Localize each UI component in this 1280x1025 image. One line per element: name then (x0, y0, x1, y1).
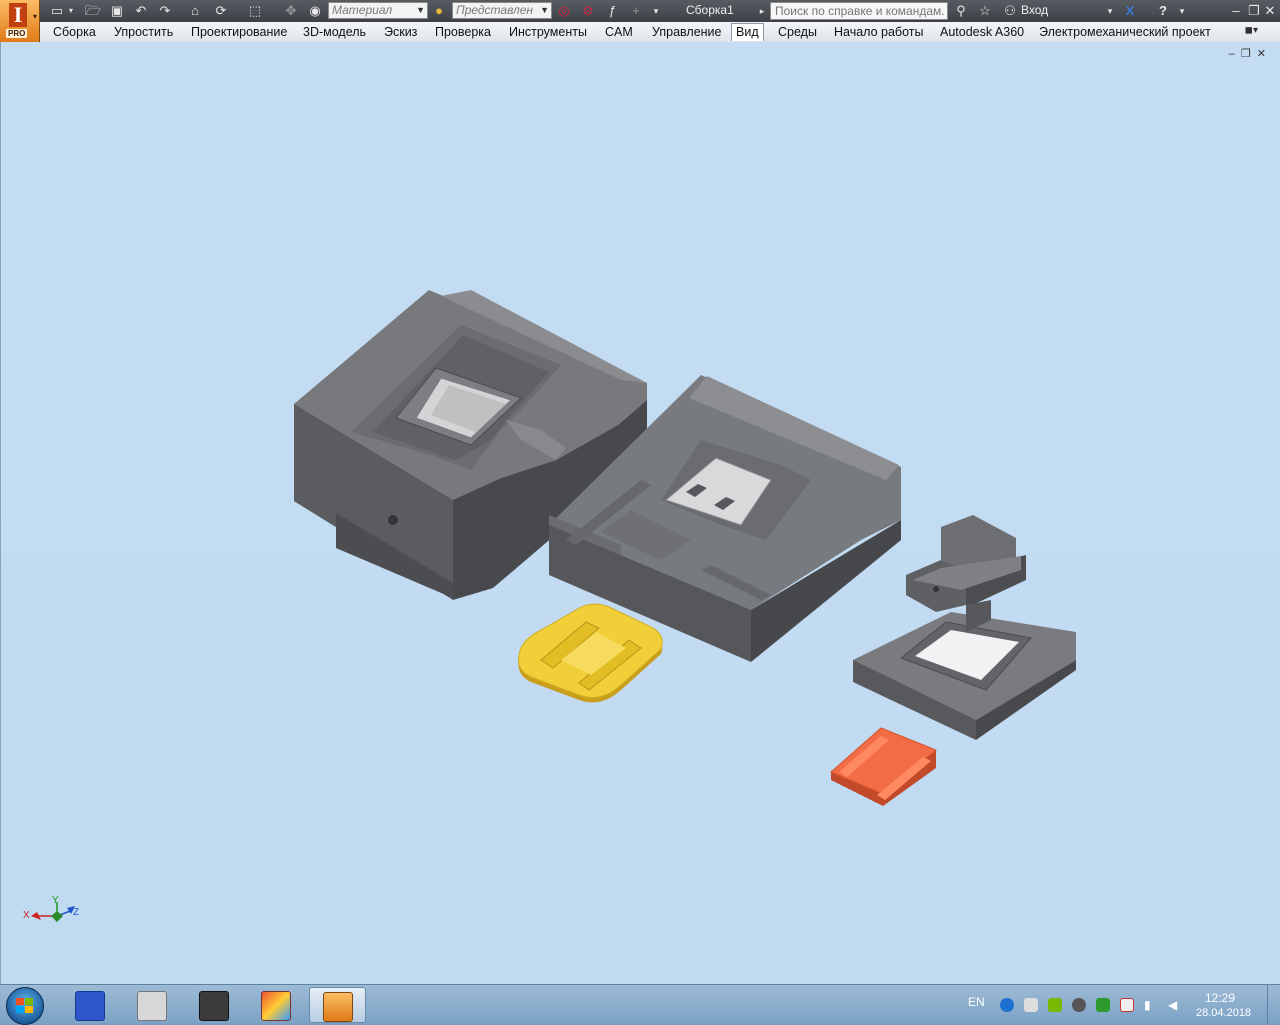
action-center-icon[interactable] (1120, 998, 1134, 1012)
open-icon[interactable]: 🗁 (84, 2, 102, 20)
taskbar-printer-app[interactable] (186, 987, 240, 1023)
ribbon-tab-bar: Сборка Упростить Проектирование 3D-модел… (40, 22, 1280, 43)
app-tray-icon[interactable] (1024, 998, 1038, 1012)
display-tray-icon[interactable] (1072, 998, 1086, 1012)
clear-icon[interactable]: ⊘ (578, 2, 598, 20)
new-icon[interactable]: ▭ (48, 2, 66, 20)
redo-icon[interactable]: ↷ (156, 2, 174, 20)
ribbon-options-icon[interactable]: ◼▾ (1245, 25, 1258, 36)
axis-x-label: X (23, 910, 30, 921)
tab-assemble[interactable]: Сборка (49, 24, 100, 41)
chevron-down-icon: ▾ (32, 12, 37, 21)
tab-design[interactable]: Проектирование (187, 24, 291, 41)
tab-view[interactable]: Вид (731, 23, 764, 41)
chevron-right-icon[interactable]: ▸ (757, 2, 767, 20)
assembly-scene: X Y Z (23, 290, 1076, 922)
tab-electromechanical[interactable]: Электромеханический проект (1035, 24, 1215, 41)
clock-date[interactable]: 28.04.2018 (1196, 1007, 1251, 1019)
undo-icon[interactable]: ↶ (132, 2, 150, 20)
taskbar-inventor[interactable] (309, 987, 366, 1023)
plus-icon[interactable]: + (626, 2, 646, 20)
appearance-combo[interactable]: Представлен ▼ (452, 2, 552, 19)
chevron-down-icon[interactable]: ▾ (1176, 2, 1188, 20)
measure-icon[interactable]: ✥ (280, 2, 302, 20)
tab-inspect[interactable]: Проверка (431, 24, 495, 41)
security-icon[interactable] (1096, 998, 1110, 1012)
view-axis-triad[interactable]: X Y Z (23, 895, 79, 922)
tab-tools[interactable]: Инструменты (505, 24, 591, 41)
part-yellow[interactable] (518, 603, 663, 703)
restore-icon[interactable]: ❐ (1246, 2, 1262, 20)
chevron-down-icon[interactable]: ▾ (1104, 2, 1116, 20)
adjust-icon[interactable]: ◎ (554, 2, 574, 20)
appearance-combo-text: Представлен (456, 3, 533, 17)
customize-icon[interactable]: ▾ (650, 2, 662, 20)
tab-3d-model[interactable]: 3D-модель (299, 24, 370, 41)
taskbar-save-app[interactable] (62, 987, 116, 1023)
material-combo-text: Материал (332, 3, 393, 17)
part-orange[interactable] (830, 727, 937, 806)
document-title: Сборка1 (686, 3, 734, 17)
tab-cam[interactable]: CAM (601, 24, 637, 41)
inventor-icon (323, 992, 353, 1022)
taskbar-paint-app[interactable] (248, 987, 302, 1023)
material-combo[interactable]: Материал ▼ (328, 2, 428, 19)
start-button[interactable] (6, 987, 44, 1025)
show-desktop-button[interactable] (1267, 985, 1280, 1025)
binoculars-icon[interactable]: ⚲ (952, 2, 970, 20)
save-icon[interactable]: ▣ (108, 2, 126, 20)
language-indicator[interactable]: EN (968, 995, 985, 1009)
graphics-viewport[interactable]: ‒❐✕ X Y Z (0, 42, 1280, 984)
fx-icon[interactable]: ƒ (602, 2, 622, 20)
help-search-input[interactable] (770, 2, 948, 20)
tab-sketch[interactable]: Эскиз (380, 24, 421, 41)
axis-z-label: Z (73, 907, 79, 918)
windows-logo-icon (16, 998, 33, 1013)
tab-environments[interactable]: Среды (774, 24, 821, 41)
close-icon[interactable]: ✕ (1262, 2, 1278, 20)
user-icon[interactable]: ⚇ (1001, 2, 1019, 20)
axis-y-label: Y (52, 895, 59, 906)
appearance-icon: ● (435, 3, 443, 18)
sign-in-link[interactable]: Вход (1021, 3, 1048, 17)
paint-icon (261, 991, 291, 1021)
new-dropdown-icon[interactable]: ▾ (66, 2, 76, 20)
color-override-icon[interactable]: ◉ (306, 2, 324, 20)
tab-simplify[interactable]: Упростить (110, 24, 177, 41)
system-tray: EN ▮ ◀ 12:29 28.04.2018 (960, 985, 1280, 1025)
chevron-down-icon: ▼ (416, 5, 425, 15)
exchange-apps-icon[interactable]: X (1120, 2, 1140, 20)
quick-access-toolbar: ▭ ▾ 🗁 ▣ ↶ ↷ ⌂ ⟳ ⬚ ✥ ◉ Материал ▼ ● Предс… (0, 0, 1280, 23)
home-icon[interactable]: ⌂ (186, 2, 204, 20)
clock-time[interactable]: 12:29 (1205, 991, 1235, 1005)
help-icon[interactable]: ? (1153, 2, 1173, 20)
floppy-icon (75, 991, 105, 1021)
tab-get-started[interactable]: Начало работы (830, 24, 927, 41)
application-menu-button[interactable]: I PRO ▾ (0, 0, 40, 42)
calculator-icon (137, 991, 167, 1021)
select-icon[interactable]: ⬚ (244, 2, 266, 20)
tab-manage[interactable]: Управление (648, 24, 726, 41)
inventor-logo-icon: I (9, 3, 27, 27)
windows-taskbar: EN ▮ ◀ 12:29 28.04.2018 (0, 984, 1280, 1025)
update-icon[interactable]: ⟳ (210, 2, 232, 20)
printer-icon (199, 991, 229, 1021)
network-icon[interactable]: ▮ (1144, 998, 1158, 1012)
taskbar-calculator[interactable] (124, 987, 178, 1023)
edition-badge: PRO (6, 29, 28, 38)
minimize-icon[interactable]: – (1228, 2, 1244, 20)
volume-icon[interactable]: ◀ (1168, 998, 1182, 1012)
tab-a360[interactable]: Autodesk A360 (936, 24, 1028, 41)
nvidia-icon[interactable] (1048, 998, 1062, 1012)
star-icon[interactable]: ☆ (976, 2, 994, 20)
update-tray-icon[interactable] (1000, 998, 1014, 1012)
chevron-down-icon: ▼ (540, 5, 549, 15)
